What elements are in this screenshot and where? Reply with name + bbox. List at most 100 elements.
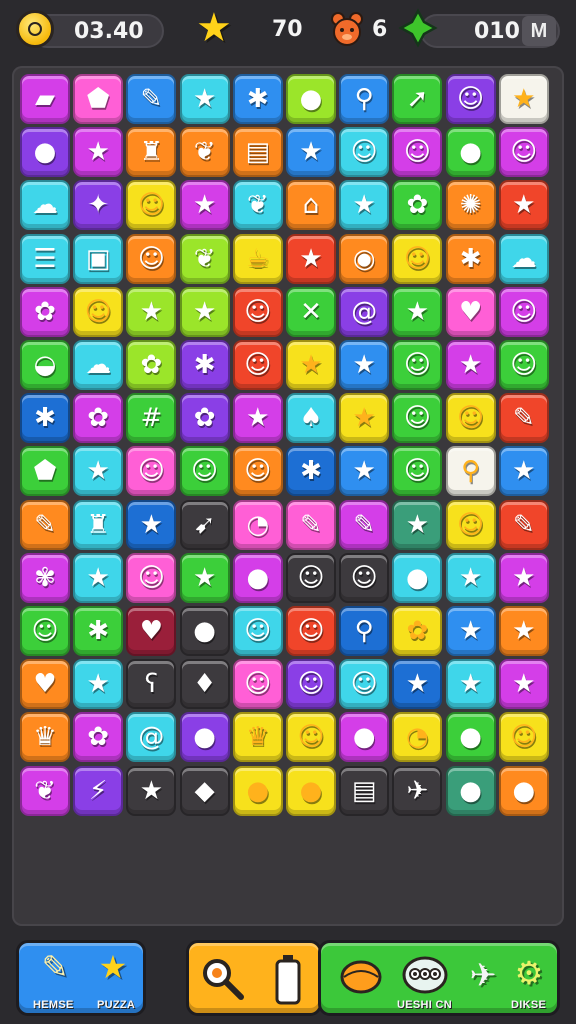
tile-r13-c3[interactable]: ◆	[179, 765, 230, 816]
left-power-panel[interactable]: ✎ ★ HEMSE PUZZA	[16, 940, 146, 1016]
tile-r11-c3[interactable]: ♦	[179, 659, 230, 710]
tile-r5-c0[interactable]: ◒	[20, 340, 70, 390]
tile-r9-c9[interactable]: ★	[498, 552, 549, 603]
tile-r13-c8[interactable]: ●	[445, 765, 496, 816]
tile-r5-c4[interactable]: ☺	[232, 340, 283, 390]
tile-r4-c3[interactable]: ★	[179, 286, 230, 337]
tile-r3-c3[interactable]: ❦	[179, 233, 230, 284]
tile-r4-c0[interactable]: ✿	[20, 286, 70, 337]
tile-r1-c7[interactable]: ☺	[392, 127, 443, 178]
tile-r0-c4[interactable]: ✱	[232, 74, 283, 124]
tile-r5-c2[interactable]: ✿	[126, 340, 177, 390]
tile-r10-c1[interactable]: ✱	[73, 606, 124, 656]
right-power-panel[interactable]: ✈ ⚙ UESHI CN DIKSE	[318, 940, 560, 1016]
tile-r1-c8[interactable]: ●	[445, 127, 496, 178]
tile-r6-c6[interactable]: ★	[339, 393, 390, 444]
tile-r0-c2[interactable]: ✎	[126, 74, 177, 124]
tile-r2-c6[interactable]: ★	[339, 180, 390, 231]
tile-r11-c0[interactable]: ♥	[20, 659, 70, 710]
tile-r0-c7[interactable]: ➚	[392, 74, 443, 124]
tile-r9-c1[interactable]: ★	[73, 552, 124, 603]
tile-r13-c4[interactable]: ●	[232, 765, 283, 816]
tile-r7-c6[interactable]: ★	[339, 446, 390, 497]
tile-r12-c7[interactable]: ◔	[392, 712, 443, 763]
tile-r0-c3[interactable]: ★	[179, 74, 230, 124]
tile-r10-c7[interactable]: ✿	[392, 606, 443, 656]
tile-r11-c6[interactable]: ☺	[339, 659, 390, 710]
tile-r1-c1[interactable]: ★	[73, 127, 124, 178]
tile-r13-c5[interactable]: ●	[286, 765, 336, 816]
tile-r9-c7[interactable]: ●	[392, 552, 443, 603]
tile-r2-c5[interactable]: ⌂	[286, 180, 336, 231]
tile-r11-c7[interactable]: ★	[392, 659, 443, 710]
tile-r12-c0[interactable]: ♛	[20, 712, 70, 763]
middle-power-panel[interactable]	[186, 940, 322, 1016]
tile-r4-c8[interactable]: ♥	[445, 286, 496, 337]
tile-r3-c6[interactable]: ◉	[339, 233, 390, 284]
tile-r7-c4[interactable]: ☺	[232, 446, 283, 497]
tile-r6-c4[interactable]: ★	[232, 393, 283, 444]
tile-r5-c5[interactable]: ★	[286, 340, 336, 390]
tile-r4-c4[interactable]: ☺	[232, 286, 283, 337]
tile-r4-c6[interactable]: @	[339, 286, 390, 337]
tile-r4-c9[interactable]: ☺	[498, 286, 549, 337]
tile-r10-c6[interactable]: ⚲	[339, 606, 390, 656]
tile-r11-c1[interactable]: ★	[73, 659, 124, 710]
tile-r6-c0[interactable]: ✱	[20, 393, 70, 444]
tile-r10-c9[interactable]: ★	[498, 606, 549, 656]
tile-r11-c9[interactable]: ★	[498, 659, 549, 710]
tile-r3-c1[interactable]: ▣	[73, 233, 124, 284]
tile-r12-c5[interactable]: ☺	[286, 712, 336, 763]
tile-r10-c5[interactable]: ☺	[286, 606, 336, 656]
tile-r7-c7[interactable]: ☺	[392, 446, 443, 497]
tile-r5-c7[interactable]: ☺	[392, 340, 443, 390]
tile-r2-c2[interactable]: ☺	[126, 180, 177, 231]
tile-r0-c6[interactable]: ⚲	[339, 74, 390, 124]
tile-r1-c9[interactable]: ☺	[498, 127, 549, 178]
tile-r8-c7[interactable]: ★	[392, 499, 443, 550]
tile-r6-c7[interactable]: ☺	[392, 393, 443, 444]
tile-r1-c3[interactable]: ❦	[179, 127, 230, 178]
tile-r4-c5[interactable]: ✕	[286, 286, 336, 337]
tile-r12-c8[interactable]: ●	[445, 712, 496, 763]
tile-r4-c2[interactable]: ★	[126, 286, 177, 337]
tile-r7-c3[interactable]: ☺	[179, 446, 230, 497]
tile-r9-c2[interactable]: ☺	[126, 552, 177, 603]
tile-r5-c8[interactable]: ★	[445, 340, 496, 390]
tile-r2-c7[interactable]: ✿	[392, 180, 443, 231]
tile-r9-c6[interactable]: ☺	[339, 552, 390, 603]
tile-r2-c0[interactable]: ☁	[20, 180, 70, 231]
tile-r8-c5[interactable]: ✎	[286, 499, 336, 550]
tile-r12-c4[interactable]: ♛	[232, 712, 283, 763]
tile-r5-c9[interactable]: ☺	[498, 340, 549, 390]
tile-r5-c6[interactable]: ★	[339, 340, 390, 390]
tile-r1-c2[interactable]: ♜	[126, 127, 177, 178]
tile-r10-c3[interactable]: ●	[179, 606, 230, 656]
tile-r0-c5[interactable]: ●	[286, 74, 336, 124]
tile-r2-c1[interactable]: ✦	[73, 180, 124, 231]
tile-r0-c0[interactable]: ▰	[20, 74, 70, 124]
tile-r1-c4[interactable]: ▤	[232, 127, 283, 178]
tile-r7-c2[interactable]: ☺	[126, 446, 177, 497]
tile-r6-c9[interactable]: ✎	[498, 393, 549, 444]
tile-r9-c8[interactable]: ★	[445, 552, 496, 603]
tile-r13-c0[interactable]: ❦	[20, 765, 70, 816]
tile-r8-c8[interactable]: ☺	[445, 499, 496, 550]
tile-r6-c3[interactable]: ✿	[179, 393, 230, 444]
tile-r11-c5[interactable]: ☺	[286, 659, 336, 710]
tile-r1-c0[interactable]: ●	[20, 127, 70, 178]
tile-r12-c2[interactable]: @	[126, 712, 177, 763]
tile-r3-c9[interactable]: ☁	[498, 233, 549, 284]
tile-r4-c7[interactable]: ★	[392, 286, 443, 337]
tile-r1-c6[interactable]: ☺	[339, 127, 390, 178]
tile-r2-c8[interactable]: ✺	[445, 180, 496, 231]
tile-r5-c3[interactable]: ✱	[179, 340, 230, 390]
tile-r7-c0[interactable]: ⬟	[20, 446, 70, 497]
tile-r12-c6[interactable]: ●	[339, 712, 390, 763]
tile-r8-c0[interactable]: ✎	[20, 499, 70, 550]
tile-r3-c8[interactable]: ✱	[445, 233, 496, 284]
tile-r13-c1[interactable]: ⚡	[73, 765, 124, 816]
tile-r10-c4[interactable]: ☺	[232, 606, 283, 656]
tile-r7-c9[interactable]: ★	[498, 446, 549, 497]
tile-r12-c9[interactable]: ☺	[498, 712, 549, 763]
